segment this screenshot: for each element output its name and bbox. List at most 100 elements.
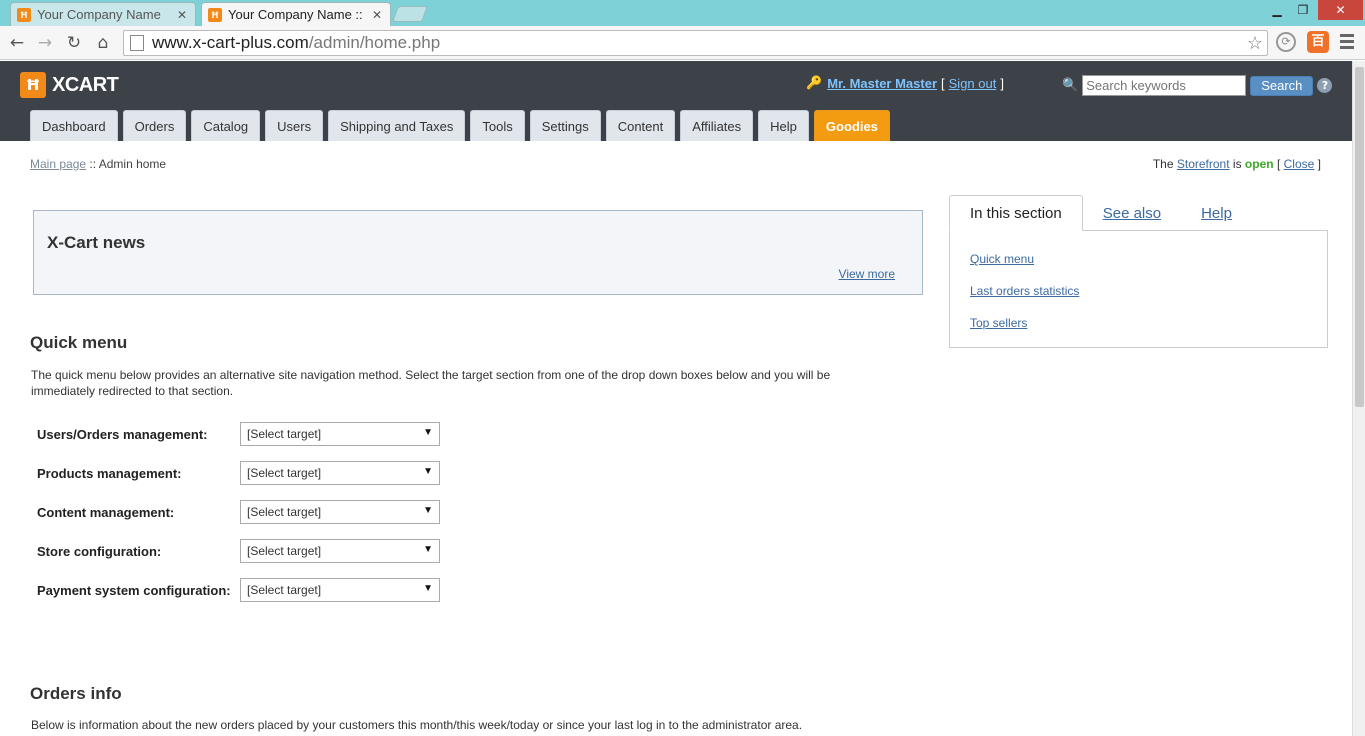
close-icon[interactable]: ✕ <box>171 8 187 22</box>
url-path: /admin/home.php <box>308 33 441 52</box>
search-button[interactable]: Search <box>1250 75 1314 96</box>
forward-icon[interactable]: → <box>34 32 56 54</box>
store-config-select[interactable]: [Select target] ▼ <box>240 539 440 563</box>
payment-config-select[interactable]: [Select target] ▼ <box>240 578 440 602</box>
minimize-icon[interactable]: ▁ <box>1264 0 1290 20</box>
select-value: [Select target] <box>247 583 322 597</box>
quick-menu-label: Payment system configuration: <box>37 582 231 598</box>
content-select[interactable]: [Select target] ▼ <box>240 500 440 524</box>
reload-icon[interactable]: ↻ <box>63 32 85 54</box>
storefront-open-status: open <box>1244 157 1274 171</box>
quick-menu-label: Products management: <box>37 465 182 481</box>
quick-menu-label: Content management: <box>37 504 175 520</box>
side-panel-body: Quick menu Last orders statistics Top se… <box>949 230 1328 348</box>
quick-menu-label: Store configuration: <box>37 543 162 559</box>
nav-tab-settings[interactable]: Settings <box>529 110 601 141</box>
side-link-quick-menu[interactable]: Quick menu <box>970 252 1034 266</box>
side-link-top-sellers[interactable]: Top sellers <box>970 316 1027 330</box>
browser-tab-1[interactable]: Ħ Your Company Name ✕ <box>10 2 196 26</box>
sign-out-link[interactable]: Sign out <box>949 76 997 91</box>
breadcrumb-separator: :: <box>89 157 97 171</box>
home-icon[interactable]: ⌂ <box>92 32 114 54</box>
nav-tab-help[interactable]: Help <box>758 110 809 141</box>
main-nav: Dashboard Orders Catalog Users Shipping … <box>30 110 895 141</box>
key-icon: 🔑 <box>806 75 823 90</box>
scrollbar-thumb[interactable] <box>1355 67 1364 407</box>
news-title: X-Cart news <box>47 233 146 252</box>
url-host: www.x-cart-plus.com <box>152 33 309 52</box>
dropdown-arrow-icon: ▼ <box>423 427 433 438</box>
quick-menu-description: The quick menu below provides an alterna… <box>31 368 831 398</box>
bracket-open: [ <box>1276 157 1281 171</box>
user-area: 🔑 Mr. Master Master [ Sign out ] <box>806 75 1004 91</box>
quick-menu-label: Users/Orders management: <box>37 426 208 442</box>
tab-see-also[interactable]: See also <box>1083 195 1181 231</box>
browser-tab-title: Your Company Name <box>37 7 161 22</box>
side-panel: In this section See also Help Quick menu… <box>949 195 1328 348</box>
breadcrumb-current: Admin home <box>98 157 167 171</box>
xcart-news-box: X-Cart news View more <box>33 210 923 295</box>
nav-tab-tools[interactable]: Tools <box>470 110 525 141</box>
tab-help[interactable]: Help <box>1181 195 1252 231</box>
select-value: [Select target] <box>247 427 322 441</box>
nav-tab-dashboard[interactable]: Dashboard <box>30 110 118 141</box>
dropdown-arrow-icon: ▼ <box>423 583 433 594</box>
dropdown-arrow-icon: ▼ <box>423 544 433 555</box>
breadcrumb-main-page[interactable]: Main page <box>30 157 86 171</box>
new-tab-button[interactable] <box>392 6 428 22</box>
storefront-prefix: The <box>1152 157 1174 171</box>
back-icon[interactable]: ← <box>6 32 28 54</box>
help-icon[interactable]: ? <box>1317 78 1333 93</box>
browser-tab-2[interactable]: Ħ Your Company Name :: ✕ <box>201 2 391 26</box>
breadcrumb: Main page :: Admin home <box>30 157 166 171</box>
storefront-status: The Storefront is open [ Close ] <box>1153 157 1321 171</box>
page-icon <box>130 35 144 51</box>
admin-header: Ħ XCART 🔑 Mr. Master Master [ Sign out ]… <box>0 61 1352 141</box>
window-close-icon[interactable]: ✕ <box>1318 0 1363 20</box>
view-more-link[interactable]: View more <box>839 267 895 281</box>
browser-menu-icon[interactable] <box>1340 34 1354 52</box>
nav-tab-affiliates[interactable]: Affiliates <box>680 110 754 141</box>
logo-text: XCART <box>52 73 119 96</box>
address-bar[interactable]: www.x-cart-plus.com/admin/home.php ☆ <box>123 30 1268 56</box>
close-icon[interactable]: ✕ <box>366 8 382 22</box>
quick-menu-row: Payment system configuration: [Select ta… <box>37 578 440 602</box>
select-value: [Select target] <box>247 544 322 558</box>
storefront-close-link[interactable]: Close <box>1284 157 1315 171</box>
nav-tab-shipping-and-taxes[interactable]: Shipping and Taxes <box>328 110 466 141</box>
user-name-link[interactable]: Mr. Master Master <box>827 76 937 91</box>
logo-icon: Ħ <box>20 72 46 98</box>
quick-menu-title: Quick menu <box>30 333 128 352</box>
quick-menu-row: Content management: [Select target] ▼ <box>37 500 440 524</box>
nav-tab-goodies[interactable]: Goodies <box>813 110 890 141</box>
browser-tab-title: Your Company Name :: <box>228 7 363 22</box>
storefront-link[interactable]: Storefront <box>1177 157 1230 171</box>
nav-tab-catalog[interactable]: Catalog <box>191 110 261 141</box>
quick-menu-row: Products management: [Select target] ▼ <box>37 461 440 485</box>
search-input[interactable] <box>1082 75 1247 96</box>
search-area: 🔍 Search ? <box>1062 75 1333 96</box>
maximize-icon[interactable]: ❐ <box>1290 0 1316 20</box>
bracket-close: ] <box>1317 157 1321 171</box>
bracket-open: [ <box>941 75 945 91</box>
products-select[interactable]: [Select target] ▼ <box>240 461 440 485</box>
side-link-last-orders-statistics[interactable]: Last orders statistics <box>970 284 1079 298</box>
browser-tabstrip: Ħ Your Company Name ✕ Ħ Your Company Nam… <box>0 0 1365 26</box>
dropdown-arrow-icon: ▼ <box>423 505 433 516</box>
extension-badge-icon[interactable]: 百 <box>1307 31 1329 53</box>
logo[interactable]: Ħ XCART <box>20 72 119 98</box>
nav-tab-content[interactable]: Content <box>605 110 676 141</box>
quick-menu-row: Users/Orders management: [Select target]… <box>37 422 440 446</box>
nav-tab-orders[interactable]: Orders <box>122 110 187 141</box>
orders-info-description: Below is information about the new order… <box>31 718 803 732</box>
favicon-icon: Ħ <box>208 7 222 22</box>
orders-info-title: Orders info <box>30 684 122 703</box>
bookmark-star-icon[interactable]: ☆ <box>1247 33 1263 54</box>
extension-icon[interactable]: ⟳ <box>1276 32 1296 52</box>
nav-tab-users[interactable]: Users <box>265 110 324 141</box>
storefront-is: is <box>1232 157 1242 171</box>
page-scrollbar[interactable] <box>1352 61 1365 736</box>
users-orders-select[interactable]: [Select target] ▼ <box>240 422 440 446</box>
tab-in-this-section[interactable]: In this section <box>949 195 1083 231</box>
bracket-close: ] <box>1000 75 1004 91</box>
